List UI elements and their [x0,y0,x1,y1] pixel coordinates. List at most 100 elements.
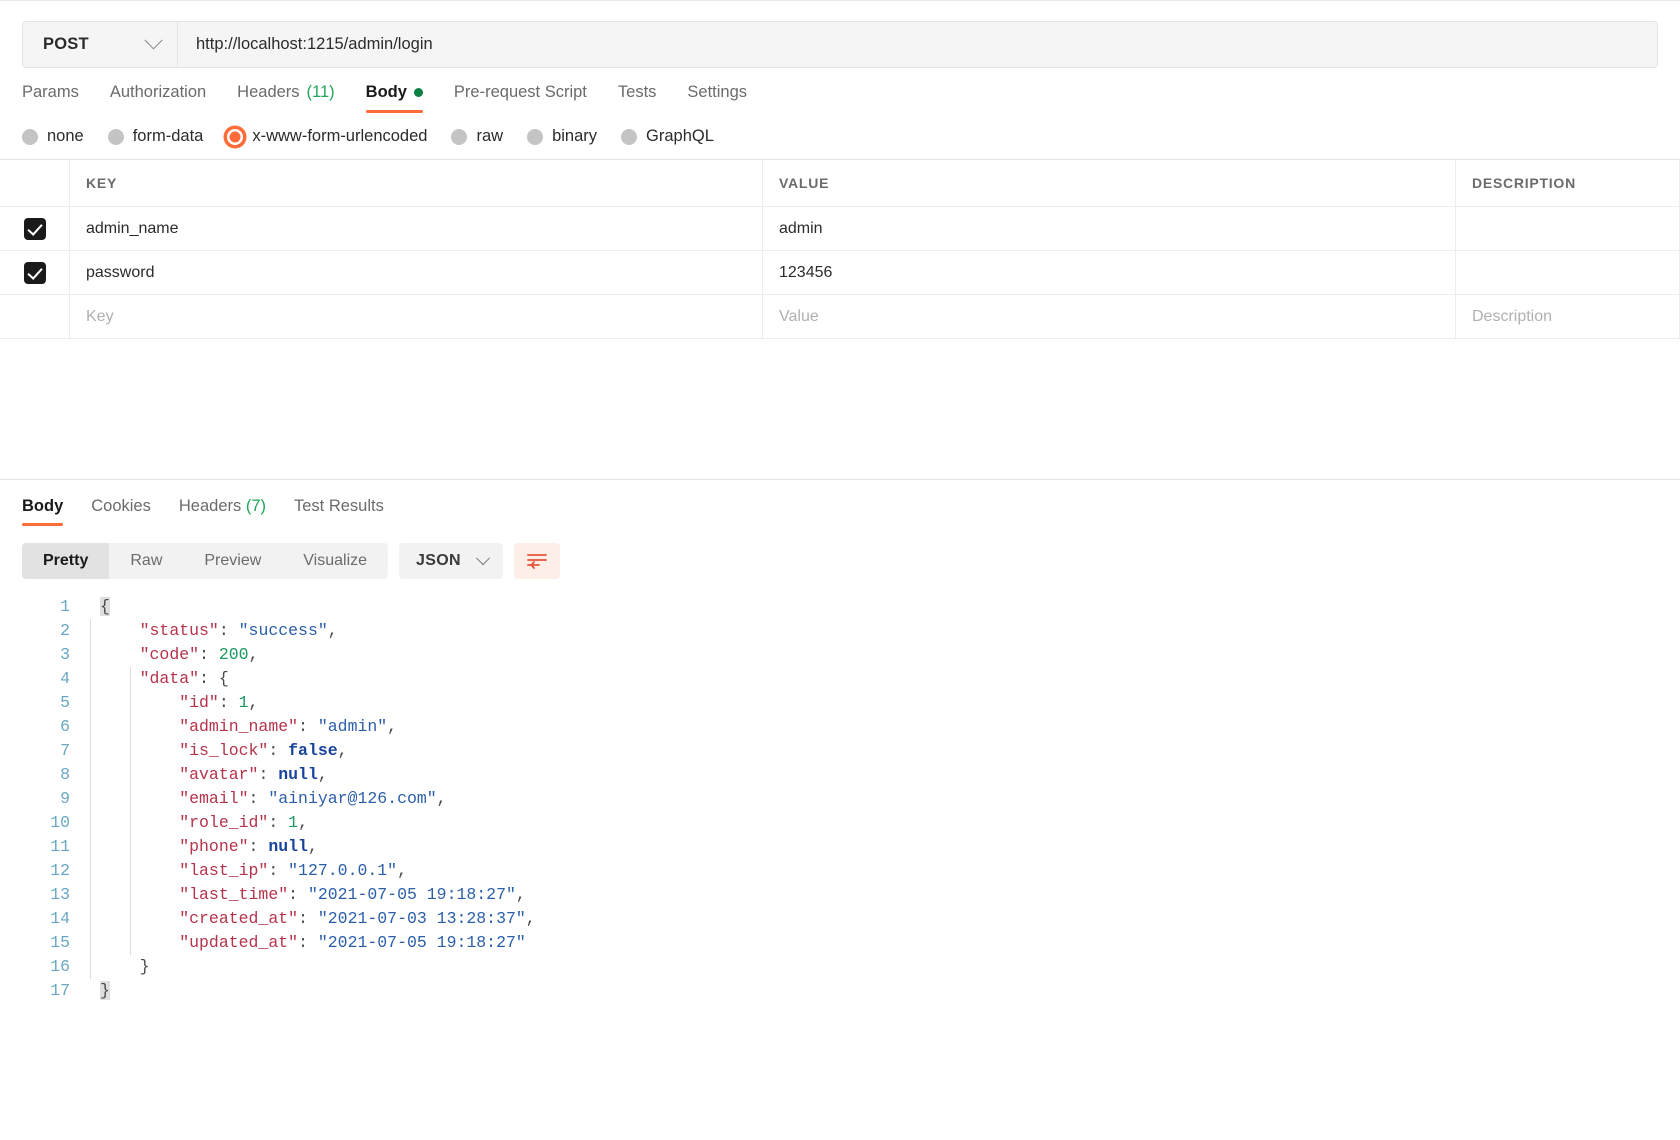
line-number: 15 [50,933,70,952]
row-value-input[interactable]: admin [763,207,1456,250]
code-token: , [387,717,398,736]
request-tab-settings[interactable]: Settings [687,83,747,113]
code-token: : [288,885,308,904]
code-line: "role_id": 1, [100,811,1680,835]
placeholder-description-input[interactable]: Description [1456,295,1680,338]
view-mode-visualize[interactable]: Visualize [282,543,388,579]
tab-label: Pre-request Script [453,83,587,101]
table-row[interactable]: password 123456 [0,251,1680,295]
placeholder-key-input[interactable]: Key [70,295,763,338]
tab-count-badge: (7) [241,497,266,515]
line-number: 9 [60,789,70,808]
radio-unselected-icon [621,128,638,145]
code-token: , [397,861,407,880]
response-tab-headers[interactable]: Headers (7) [179,497,266,526]
table-row[interactable]: admin_name admin [0,207,1680,251]
response-tab-test-results[interactable]: Test Results [294,497,384,526]
code-token: "success" [238,621,328,640]
response-tab-body[interactable]: Body [22,497,64,526]
code-token: , [248,645,259,664]
row-checkbox-checked[interactable] [23,261,46,284]
code-token: , [317,765,328,784]
word-wrap-icon [526,554,547,569]
request-tab-tests[interactable]: Tests [618,83,657,113]
code-token: : [298,933,318,952]
code-token: "code" [139,645,200,664]
code-token: "2021-07-03 13:28:37" [317,909,526,928]
code-token: "status" [139,621,219,640]
code-line: "email": "ainiyar@126.com", [100,787,1680,811]
row-checkbox-cell [0,207,70,250]
table-row-placeholder[interactable]: Key Value Description [0,295,1680,339]
request-url-bar: POST http://localhost:1215/admin/login [22,21,1658,68]
request-tab-pre-request-script[interactable]: Pre-request Script [454,83,587,113]
code-token: 1 [288,813,299,832]
body-type-radio-form-data[interactable]: form-data [107,127,203,146]
code-token: , [515,885,526,904]
request-url-input[interactable]: http://localhost:1215/admin/login [178,22,1657,67]
code-line: "avatar": null, [100,763,1680,787]
tab-count-badge: (11) [306,83,335,101]
row-description-input[interactable] [1456,207,1680,250]
row-key-input[interactable]: password [70,251,763,294]
request-tab-params[interactable]: Params [22,83,79,113]
request-tab-authorization[interactable]: Authorization [110,83,206,113]
line-number: 5 [60,693,70,712]
radio-label: x-www-form-urlencoded [252,127,428,145]
line-number: 10 [50,813,70,832]
code-content[interactable]: { "status": "success", "code": 200, "dat… [72,595,1680,1003]
response-code-viewer: 1 2 3 4 5 6 7 8 9 10 11 12 13 14 15 16 17 { "status": "s… [0,579,1680,1003]
body-present-dot-icon [413,88,423,97]
code-token: { [218,669,229,688]
body-type-radio-raw[interactable]: raw [451,127,503,146]
code-token: "email" [179,789,249,808]
request-tab-body[interactable]: Body [365,83,424,113]
response-format-label: JSON [416,552,461,569]
view-mode-preview[interactable]: Preview [183,543,282,579]
line-number: 12 [50,861,70,880]
body-type-radio-binary[interactable]: binary [527,127,597,146]
body-type-radio-x-www-form-urlencoded[interactable]: x-www-form-urlencoded [227,127,427,146]
radio-label: none [47,127,84,145]
table-header-row: KEY VALUE DESCRIPTION [0,160,1680,207]
response-tabs: Body Cookies Headers (7) Test Results [0,480,1680,526]
code-token: : [248,837,269,856]
code-token: "created_at" [179,909,299,928]
row-key-input[interactable]: admin_name [70,207,763,250]
line-number: 2 [60,621,70,640]
response-tab-cookies[interactable]: Cookies [91,497,151,526]
table-header-checkbox-cell [0,160,70,206]
line-number: 14 [50,909,70,928]
code-line: { [100,595,1680,619]
body-type-radio-none[interactable]: none [22,127,84,146]
code-token: : [268,813,289,832]
http-method-select[interactable]: POST [23,22,178,67]
line-number: 13 [50,885,70,904]
row-description-input[interactable] [1456,251,1680,294]
radio-label: binary [552,127,598,145]
code-token: : [199,645,219,664]
view-mode-segmented-control: Pretty Raw Preview Visualize [22,543,389,579]
view-mode-raw[interactable]: Raw [109,543,183,579]
code-token: "last_time" [179,885,289,904]
request-tab-headers[interactable]: Headers (11) [237,83,335,113]
row-value-input[interactable]: 123456 [763,251,1456,294]
line-number: 11 [50,837,70,856]
code-token: false [288,741,338,760]
row-checkbox-checked[interactable] [23,217,46,240]
word-wrap-button[interactable] [513,543,560,579]
body-type-radio-graphql[interactable]: GraphQL [621,127,714,146]
response-format-select[interactable]: JSON [399,543,503,579]
row-checkbox-cell [0,251,70,294]
tab-label: Headers [237,83,300,101]
line-number: 17 [50,981,70,1000]
placeholder-value-input[interactable]: Value [763,295,1456,338]
chevron-down-icon [144,31,163,50]
view-mode-pretty[interactable]: Pretty [22,543,110,579]
code-token: "phone" [179,837,249,856]
